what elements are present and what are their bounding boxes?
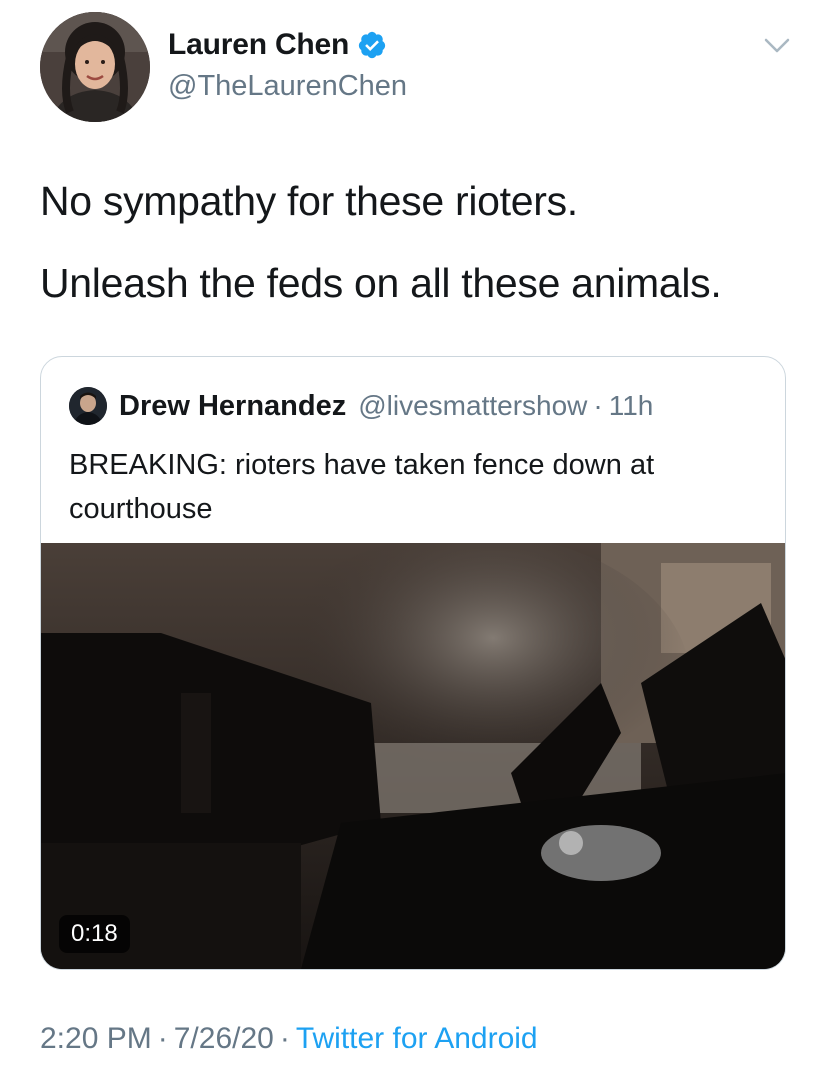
quoted-separator: · [593,390,603,421]
tweet-footer: 2:20 PM · 7/26/20 · Twitter for Android [40,1022,538,1056]
author-display-name[interactable]: Lauren Chen [168,28,349,62]
quoted-author-name: Drew Hernandez [119,389,347,422]
tweet-time[interactable]: 2:20 PM [40,1022,152,1055]
tweet-source-link[interactable]: Twitter for Android [296,1022,538,1055]
quoted-tweet-text: BREAKING: rioters have taken fence down … [69,449,655,525]
author-handle[interactable]: @TheLaurenChen [168,70,407,103]
author-name-row[interactable]: Lauren Chen [168,28,387,62]
quoted-author-avatar [69,387,107,425]
tweet-text-line-2: Unleash the feds on all these animals. [40,260,722,306]
quoted-tweet-header: Drew Hernandez @livesmattershow · 11h [69,387,653,425]
tweet-date[interactable]: 7/26/20 [174,1022,274,1055]
quoted-tweet-card[interactable]: Drew Hernandez @livesmattershow · 11h BR… [40,356,786,970]
author-avatar[interactable] [40,12,150,122]
chevron-down-icon[interactable] [762,34,792,58]
quoted-timestamp: 11h [608,390,654,421]
tweet-text-line-1: No sympathy for these rioters. [40,178,578,224]
verified-badge-icon [359,31,386,59]
footer-separator: · [157,1022,168,1055]
quoted-author-handle: @livesmattershow [358,390,588,421]
footer-separator-2: · [279,1022,290,1055]
tweet: Lauren Chen @TheLaurenChen No sympathy f… [0,0,827,1066]
quoted-video[interactable]: 0:18 [41,543,785,969]
video-duration-badge: 0:18 [59,915,130,953]
video-thumbnail [41,543,785,969]
